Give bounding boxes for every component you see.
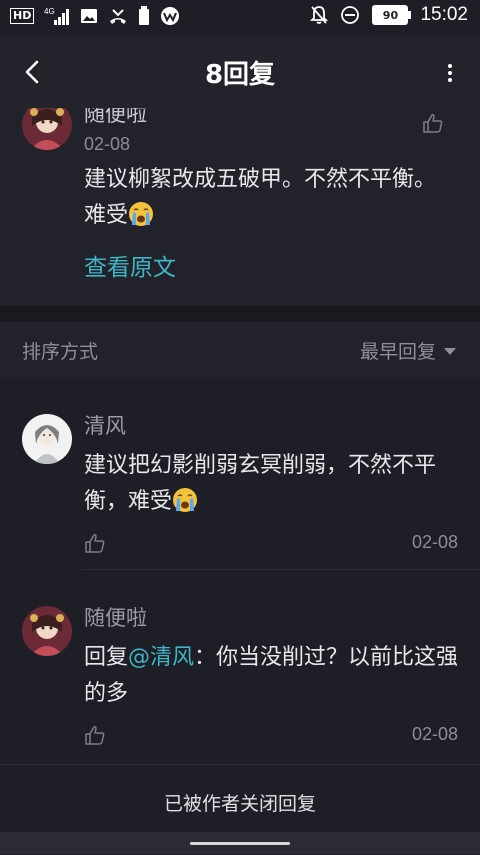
battery-saver-icon (139, 6, 150, 25)
reply-author[interactable]: 随便啦 (84, 602, 147, 632)
reply-author[interactable]: 清风 (84, 410, 126, 440)
page-title: 8回复 (204, 60, 276, 90)
home-indicator[interactable] (190, 842, 290, 845)
hd-icon: HD (10, 8, 35, 24)
image-icon (81, 9, 98, 23)
thumbs-up-icon[interactable] (422, 112, 444, 134)
mention-link[interactable]: @清风 (128, 645, 194, 670)
avatar-image (22, 414, 72, 464)
view-original-link[interactable]: 查看原文 (84, 248, 176, 282)
missed-call-icon (110, 9, 127, 24)
status-bar-right: 90 15:02 (310, 4, 468, 26)
svg-text:4G: 4G (44, 7, 55, 16)
status-bar: HD 4G 90 15:02 (0, 0, 480, 36)
sort-bar: 排序方式 最早回复 (0, 322, 480, 379)
signal-icon: 4G (44, 7, 70, 25)
status-bar-left: HD 4G (10, 6, 180, 26)
crying-face-emoji (129, 202, 154, 226)
replies-closed-text: 已被作者关闭回复 (163, 793, 316, 815)
mute-icon (310, 6, 329, 24)
battery-icon: 90 (372, 5, 412, 25)
chevron-down-icon[interactable] (444, 348, 456, 355)
top-app-bar: 8回复 (0, 36, 480, 108)
sort-label: 排序方式 (22, 341, 99, 363)
comment-author[interactable]: 随便啦 (84, 108, 147, 128)
crying-face-emoji (173, 488, 198, 512)
avatar-image (22, 606, 72, 656)
reply-text: 建议把幻影削弱玄冥削弱，不然不平衡，难受 (84, 448, 460, 520)
reply-prefix: 回复 (84, 645, 129, 670)
avatar[interactable] (22, 414, 72, 464)
sort-dropdown[interactable]: 最早回复 (360, 337, 436, 364)
reply-text: 回复@清风：你当没削过？以前比这强的多 (84, 640, 460, 712)
more-vert-icon[interactable] (442, 58, 458, 88)
avatar[interactable] (22, 606, 72, 656)
divider (82, 569, 480, 570)
reply-list: 清风 建议把幻影削弱玄冥削弱，不然不平衡，难受 02-08 随便啦 回复@清风：… (0, 378, 480, 764)
comment-text: 建议柳絮改成五破甲。不然不平衡。难受 (84, 162, 454, 234)
avatar[interactable] (22, 108, 72, 150)
original-comment-card: 随便啦 02-08 建议柳絮改成五破甲。不然不平衡。难受 查看原文 (0, 108, 480, 306)
status-time: 15:02 (420, 4, 468, 25)
reply-date: 02-08 (411, 724, 458, 744)
avatar-image (22, 108, 72, 150)
comment-date: 02-08 (84, 134, 131, 154)
thumbs-up-icon[interactable] (84, 532, 106, 554)
reply-date: 02-08 (411, 532, 458, 552)
dnd-icon (341, 6, 360, 24)
reply-text-content: 建议把幻影削弱玄冥削弱，不然不平衡，难受 (84, 453, 437, 514)
app-icon (161, 7, 180, 25)
section-gap (0, 306, 480, 322)
thumbs-up-icon[interactable] (84, 724, 106, 746)
battery-level: 90 (382, 8, 399, 22)
